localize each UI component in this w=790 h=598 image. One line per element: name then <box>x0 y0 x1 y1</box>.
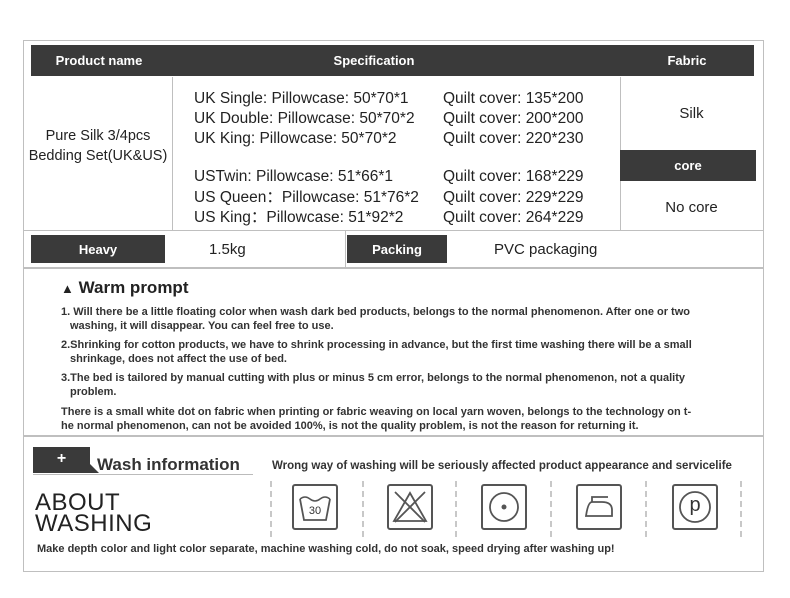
us-row-2-quilt: Quilt cover: 229*229 <box>443 189 584 206</box>
packing-label: Packing <box>347 235 447 263</box>
product-name-cell: Pure Silk 3/4pcs Bedding Set(UK&US) <box>23 126 173 166</box>
prompt-note-line1: There is a small white dot on fabric whe… <box>61 406 692 418</box>
product-name: Pure Silk 3/4pcs Bedding Set(UK&US) <box>28 128 168 164</box>
heavy-value: 1.5kg <box>209 241 246 258</box>
packing-value: PVC packaging <box>494 241 598 258</box>
iron-icon-box <box>576 484 622 530</box>
warm-prompt-title-row: ▲ Warm prompt <box>61 278 188 298</box>
us-row-3-size: US King：Pillowcase: 51*92*2 <box>194 209 404 226</box>
prompt-item-1-line1: 1. Will there be a little floating color… <box>61 306 690 318</box>
uk-row-1-quilt: Quilt cover: 135*200 <box>443 90 584 107</box>
us-row-3-quilt: Quilt cover: 264*229 <box>443 209 584 226</box>
warm-prompt-title: Warm prompt <box>78 278 189 297</box>
dry-clean-letter: p <box>689 494 701 516</box>
wash-underline <box>33 474 253 475</box>
divider <box>23 230 764 231</box>
uk-row-2-size: UK Double: Pillowcase: 50*70*2 <box>194 110 415 127</box>
uk-row-3-size: UK King: Pillowcase: 50*70*2 <box>194 130 397 147</box>
core-value: No core <box>665 199 718 216</box>
prompt-item-1-line2: washing, it will disappear. You can feel… <box>70 320 334 332</box>
divider <box>345 231 346 268</box>
us-row-1-quilt: Quilt cover: 168*229 <box>443 168 584 185</box>
iron-icon <box>584 496 613 517</box>
core-label: core <box>620 150 756 181</box>
wash-title: Wash information <box>97 455 240 474</box>
divider <box>270 481 272 537</box>
plus-icon: + <box>56 450 67 467</box>
uk-row-2-quilt: Quilt cover: 200*200 <box>443 110 584 127</box>
wash-footer: Make depth color and light color separat… <box>37 543 615 555</box>
uk-row-1-size: UK Single: Pillowcase: 50*70*1 <box>194 90 409 107</box>
us-row-2-size: US Queen：Pillowcase: 51*76*2 <box>194 189 419 206</box>
warning-triangle-icon: ▲ <box>61 281 74 296</box>
divider <box>362 481 364 537</box>
prompt-item-3-line1: 3.The bed is tailored by manual cutting … <box>61 372 686 384</box>
prompt-item-3-line2: problem. <box>70 386 117 398</box>
fabric-value: Silk <box>679 105 704 122</box>
uk-row-3-quilt: Quilt cover: 220*230 <box>443 130 584 147</box>
header-fabric: Fabric <box>620 45 754 76</box>
header-specification: Specification <box>172 45 576 76</box>
no-bleach-icon <box>392 491 428 523</box>
no-bleach-icon-box <box>387 484 433 530</box>
about-washing-line2: WASHING <box>35 510 153 537</box>
wash-30-icon-box: 30 <box>292 484 338 530</box>
prompt-item-2-line1: 2.Shrinking for cotton products, we have… <box>61 339 692 351</box>
us-row-1-size: USTwin: Pillowcase: 51*66*1 <box>194 168 394 185</box>
divider <box>740 481 742 537</box>
divider <box>645 481 647 537</box>
divider <box>455 481 457 537</box>
wash-subtitle: Wrong way of washing will be seriously a… <box>272 460 732 472</box>
prompt-note-line2: he normal phenomenon, can not be avoided… <box>61 420 639 432</box>
prompt-item-2-line2: shrinkage, does not affect the use of be… <box>70 353 287 365</box>
wash-plus-tab: + <box>33 447 90 473</box>
divider <box>550 481 552 537</box>
tumble-dry-icon <box>489 492 519 522</box>
tumble-dry-icon-box <box>481 484 527 530</box>
heavy-label: Heavy <box>31 235 165 263</box>
dry-clean-p-icon-box: p <box>672 484 718 530</box>
header-product-name: Product name <box>31 45 167 76</box>
wash-temperature: 30 <box>308 505 322 517</box>
